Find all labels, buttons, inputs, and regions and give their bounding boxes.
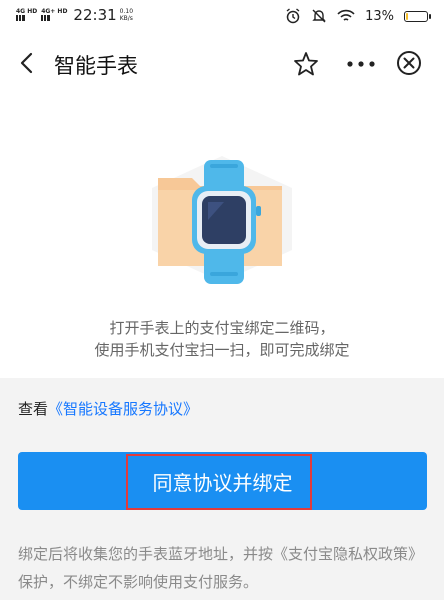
binding-instructions: 打开手表上的支付宝绑定二维码， 使用手机支付宝扫一扫，即可完成绑定 [0, 317, 444, 361]
network-speed-unit: KB/s [119, 15, 133, 22]
privacy-footnote: 绑定后将收集您的手表蓝牙地址，并按《支付宝隐私权政策》保护，不绑定不影响使用支付… [18, 545, 424, 591]
status-time: 22:31 [73, 6, 117, 24]
agree-and-bind-label: 同意协议并绑定 [152, 470, 293, 495]
network-indicator-2: 4G+ HD [41, 8, 67, 23]
network-speed: 0.10 KB/s [120, 8, 133, 22]
network-label-2: 4G+ HD [41, 7, 68, 15]
service-agreement-link[interactable]: 《智能设备服务协议》 [48, 400, 198, 418]
instruction-line-2: 使用手机支付宝扫一扫，即可完成绑定 [94, 341, 350, 359]
mute-icon [312, 9, 326, 23]
more-icon[interactable] [344, 52, 378, 76]
nav-bar: 智能手表 [0, 34, 444, 92]
back-icon[interactable] [14, 49, 42, 77]
status-left: 4G HD 4G+ HD 22:31 0.10 KB/s [16, 6, 133, 24]
agreement-row: 查看《智能设备服务协议》 [18, 398, 198, 419]
instruction-line-1: 打开手表上的支付宝绑定二维码， [109, 319, 335, 337]
main-content: 打开手表上的支付宝绑定二维码， 使用手机支付宝扫一扫，即可完成绑定 [0, 92, 444, 378]
close-icon[interactable] [394, 48, 424, 78]
agreement-prefix: 查看 [18, 400, 49, 418]
network-indicator-1: 4G HD [16, 8, 37, 23]
smartwatch-illustration [152, 156, 292, 284]
network-label-1: 4G HD [16, 7, 38, 15]
wifi-icon [337, 9, 355, 21]
star-icon[interactable] [292, 50, 320, 78]
status-bar: 4G HD 4G+ HD 22:31 0.10 KB/s 13% [0, 0, 444, 34]
agree-and-bind-button[interactable]: 同意协议并绑定 [18, 452, 427, 510]
battery-icon [404, 10, 431, 22]
network-speed-value: 0.10 [119, 8, 134, 15]
battery-fill [406, 12, 408, 20]
battery-percent: 13% [365, 8, 394, 24]
signal-icon [16, 14, 25, 21]
alarm-icon [286, 8, 300, 24]
page-title: 智能手表 [54, 54, 138, 78]
signal-icon [41, 14, 51, 21]
status-right: 13% [285, 8, 431, 24]
